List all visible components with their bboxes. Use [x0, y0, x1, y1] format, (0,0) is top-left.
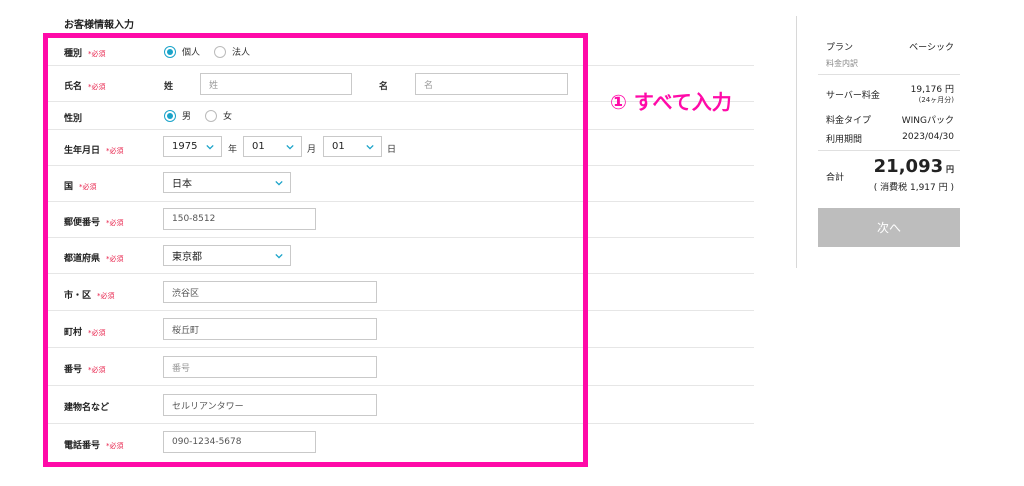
total-amount: 21,093 円: [874, 156, 954, 177]
summary-separator: [818, 150, 960, 151]
annotation-text: ① すべて入力: [610, 90, 732, 114]
summary-server-fee-row: サーバー料金 19,176 円 (24ヶ月分): [818, 80, 960, 104]
period-value: 2023/04/30: [902, 132, 954, 142]
total-value: 21,093: [873, 156, 944, 177]
plan-label: プラン: [826, 43, 854, 53]
highlight-frame: [43, 33, 588, 467]
vertical-divider: [796, 16, 797, 268]
total-label: 合計: [826, 173, 845, 183]
section-title: お客様情報入力: [64, 20, 134, 31]
tax-note: ( 消費税 1,917 円 ): [873, 183, 954, 193]
server-fee-value: 19,176 円: [910, 85, 954, 95]
plan-value: ベーシック: [909, 43, 954, 53]
fee-type-label: 料金タイプ: [826, 116, 872, 126]
breakdown-label: 料金内訳: [826, 59, 858, 68]
fee-type-value: WINGパック: [901, 116, 954, 126]
period-label: 利用期間: [826, 135, 863, 145]
summary-total-row: 合計 21,093 円 ( 消費税 1,917 円 ): [818, 156, 960, 196]
server-fee-note: (24ヶ月分): [918, 96, 954, 104]
next-button[interactable]: 次へ: [818, 208, 960, 247]
total-unit: 円: [946, 165, 954, 174]
summary-separator: [818, 74, 960, 75]
server-fee-label: サーバー料金: [826, 91, 880, 101]
